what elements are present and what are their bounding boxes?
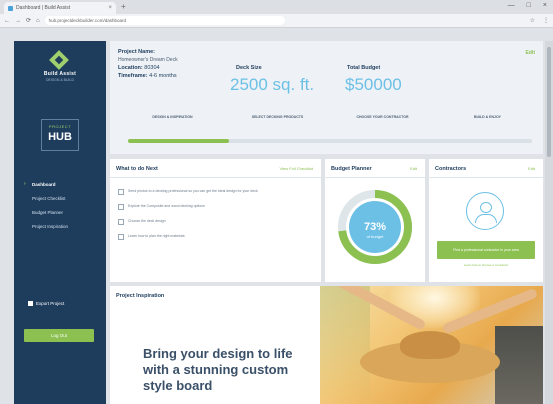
- total-budget-label: Total Budget: [347, 65, 381, 71]
- inspiration-card: Project Inspiration Bring your design to…: [110, 286, 543, 404]
- sidebar-item-label: Project Checklist: [32, 195, 66, 201]
- back-icon[interactable]: ←: [4, 18, 10, 24]
- sidebar-item-checklist[interactable]: Project Checklist: [24, 191, 104, 205]
- reload-icon[interactable]: ⟳: [26, 17, 31, 24]
- chevron-right-icon: ›: [24, 181, 26, 187]
- address-bar: ← → ⟳ ⌂ hub.projectdeckbuilder.com/dashb…: [0, 14, 553, 28]
- logout-button[interactable]: Log Out: [24, 329, 94, 342]
- contractor-person-icon: [466, 192, 504, 230]
- budget-planner-title: Budget Planner: [331, 166, 372, 172]
- url-field[interactable]: hub.projectdeckbuilder.com/dashboard: [44, 16, 285, 25]
- budget-donut-chart: 73% of budget: [338, 190, 412, 264]
- sidebar-item-label: Project Inspiration: [32, 223, 69, 229]
- brand-name: Build Assist: [43, 71, 77, 77]
- find-contractor-button[interactable]: Find a professional contractor in your a…: [437, 241, 535, 259]
- browser-tab[interactable]: Dashboard | Build Assist ×: [4, 2, 116, 14]
- export-project-link[interactable]: Export Project: [28, 301, 64, 306]
- brand-tagline: DESIGN & BUILD: [45, 78, 74, 82]
- edit-budget-link[interactable]: Edit: [410, 166, 417, 171]
- tab-title: Dashboard | Build Assist: [16, 5, 71, 11]
- todo-title: What to do Next: [116, 166, 158, 172]
- todo-text: Choose the deck design: [128, 219, 166, 223]
- todo-checkbox[interactable]: [118, 204, 124, 210]
- sidebar-item-budget[interactable]: Budget Planner: [24, 205, 104, 219]
- edit-contractor-link[interactable]: Edit: [528, 166, 535, 171]
- todo-text: Explore the Composite and wood decking o…: [128, 204, 205, 208]
- sidebar-item-dashboard[interactable]: › Dashboard: [24, 177, 104, 191]
- todo-text: Learn how to plan the right materials: [128, 234, 185, 238]
- scrollbar-thumb[interactable]: [547, 47, 551, 157]
- hub-big-label: HUB: [48, 131, 72, 143]
- page-scrollbar[interactable]: [545, 41, 553, 404]
- maximize-icon[interactable]: □: [527, 2, 531, 9]
- todo-checkbox[interactable]: [118, 189, 124, 195]
- todo-card: What to do Next View Full Checklist Send…: [110, 159, 321, 282]
- step-label[interactable]: CHOOSE YOUR CONTRACTOR: [330, 115, 435, 119]
- forward-icon[interactable]: →: [15, 18, 21, 24]
- close-window-icon[interactable]: ×: [543, 2, 547, 9]
- export-label: Export Project: [36, 301, 65, 306]
- brand-logo-icon: [49, 50, 69, 70]
- step-label[interactable]: BUILD & ENJOY: [435, 115, 540, 119]
- timeframe-row: Timeframe: 4-6 months: [118, 73, 177, 79]
- sidebar-item-inspiration[interactable]: Project Inspiration: [24, 219, 104, 233]
- learn-contractor-link[interactable]: Learn how to choose a contractor: [429, 263, 543, 267]
- total-budget-value: $50000: [345, 75, 402, 94]
- browser-menu-icon[interactable]: ⋮: [543, 17, 549, 24]
- inspiration-headline: Bring your design to life with a stunnin…: [143, 346, 293, 393]
- list-item: Explore the Composite and wood decking o…: [118, 204, 313, 210]
- browser-tab-bar: Dashboard | Build Assist × + — □ ×: [0, 0, 553, 14]
- location-value: 80304: [144, 65, 160, 71]
- todo-list: Send photos to a decking professional so…: [118, 189, 313, 249]
- list-item: Learn how to plan the right materials: [118, 234, 313, 240]
- progress-steps: DESIGN & INSPIRATION SELECT DECKING PROD…: [120, 115, 540, 119]
- inspiration-title: Project Inspiration: [116, 293, 165, 299]
- todo-checkbox[interactable]: [118, 234, 124, 240]
- list-item: Send photos to a decking professional so…: [118, 189, 313, 195]
- sidebar-item-label: Budget Planner: [32, 209, 64, 215]
- project-hub-logo: PROJECT HUB: [41, 119, 79, 151]
- bookmark-star-icon[interactable]: ☆: [530, 17, 535, 24]
- project-progress-fill: [128, 139, 229, 143]
- budget-planner-card: Budget Planner Edit 73% of budget: [325, 159, 425, 282]
- home-icon[interactable]: ⌂: [36, 18, 40, 24]
- project-name-label: Project Name:: [118, 49, 155, 55]
- close-tab-icon[interactable]: ×: [108, 5, 112, 11]
- new-tab-button[interactable]: +: [121, 2, 126, 11]
- list-item: Choose the deck design: [118, 219, 313, 225]
- project-summary-card: Project Name: Homeowner's Dream Deck Loc…: [110, 41, 543, 154]
- step-label[interactable]: DESIGN & INSPIRATION: [120, 115, 225, 119]
- project-progress-bar: [128, 139, 532, 143]
- favicon-icon: [8, 5, 13, 11]
- sidebar-item-label: Dashboard: [32, 181, 56, 187]
- hub-small-label: PROJECT: [48, 124, 72, 129]
- edit-project-link[interactable]: Edit: [526, 50, 535, 56]
- todo-checkbox[interactable]: [118, 219, 124, 225]
- minimize-icon[interactable]: —: [508, 2, 515, 9]
- contractor-title: Contractors: [435, 166, 467, 172]
- step-label[interactable]: SELECT DECKING PRODUCTS: [225, 115, 330, 119]
- sidebar-nav: › Dashboard Project Checklist Budget Pla…: [24, 177, 104, 233]
- contractor-card: Contractors Edit Find a professional con…: [429, 159, 543, 282]
- inspiration-photo: [320, 286, 543, 404]
- timeframe-value: 4-6 months: [149, 73, 177, 79]
- deck-size-label: Deck Size: [236, 65, 262, 71]
- view-checklist-link[interactable]: View Full Checklist: [280, 166, 314, 171]
- window-controls: — □ ×: [508, 2, 547, 9]
- project-name-value: Homeowner's Dream Deck: [118, 57, 178, 63]
- sidebar: Build Assist DESIGN & BUILD PROJECT HUB …: [14, 41, 106, 404]
- deck-size-value: 2500 sq. ft.: [230, 75, 315, 94]
- todo-text: Send photos to a decking professional so…: [128, 189, 258, 193]
- location-row: Location: 80304: [118, 65, 160, 71]
- donut-sub: of budget: [367, 234, 385, 239]
- donut-percent: 73%: [364, 221, 386, 233]
- export-icon: [28, 301, 33, 306]
